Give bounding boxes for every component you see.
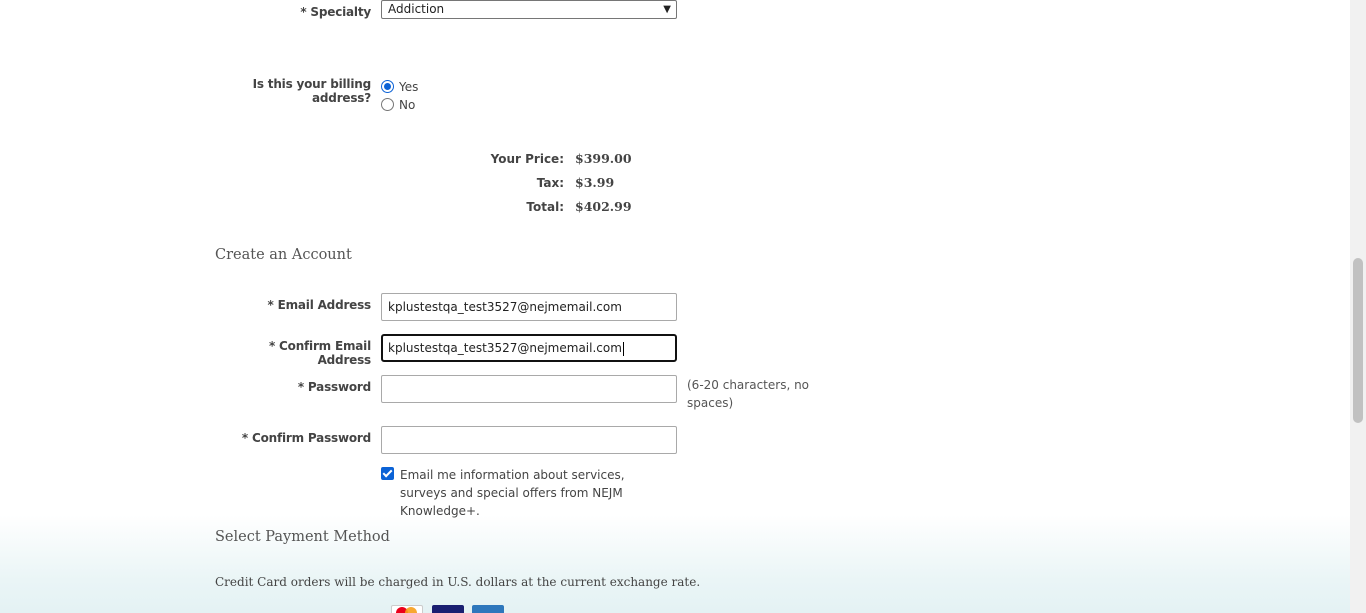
optin-checkbox[interactable] [381,467,394,480]
email-input-value: kplustestqa_test3527@nejmemail.com [388,300,622,314]
confirm-password-label: * Confirm Password [241,431,371,445]
exchange-rate-note: Credit Card orders will be charged in U.… [215,575,701,589]
total-label: Total: [526,200,564,214]
price-label: Your Price: [490,152,564,166]
specialty-label: * Specialty [300,5,371,19]
email-label: * Email Address [267,298,372,312]
email-input[interactable]: kplustestqa_test3527@nejmemail.com [381,293,677,321]
visa-icon[interactable] [432,605,464,613]
chevron-down-icon: ▼ [663,4,671,15]
billing-yes-label: Yes [399,80,419,94]
mastercard-icon[interactable] [391,605,423,613]
confirm-email-label: * Confirm Email Address [268,339,371,367]
specialty-selected-value: Addiction [388,2,445,16]
checkout-page: * Specialty Addiction ▼ Is this your bil… [0,0,1350,613]
create-account-title: Create an Account [215,247,352,263]
text-caret [622,341,624,356]
billing-no-label: No [399,98,416,112]
tax-label: Tax: [536,176,564,190]
password-hint: (6-20 characters, no spaces) [687,378,810,410]
confirm-email-input[interactable]: kplustestqa_test3527@nejmemail.com [381,334,677,362]
amex-icon[interactable] [472,605,504,613]
page-scrollbar[interactable] [1350,0,1366,613]
confirm-password-input[interactable] [381,426,677,454]
billing-yes-radio[interactable] [381,80,394,93]
billing-question: Is this your billing address? [252,77,372,105]
confirm-email-input-value: kplustestqa_test3527@nejmemail.com [388,341,622,355]
price-value: $399.00 [575,151,632,166]
tax-value: $3.99 [575,175,615,190]
billing-no-radio[interactable] [381,98,394,111]
total-value: $402.99 [575,199,632,214]
specialty-select[interactable]: Addiction ▼ [381,0,677,19]
scrollbar-thumb[interactable] [1353,258,1363,423]
password-label: * Password [297,380,371,394]
password-input[interactable] [381,375,677,403]
payment-method-title: Select Payment Method [215,529,390,545]
optin-label: Email me information about services, sur… [400,468,625,518]
